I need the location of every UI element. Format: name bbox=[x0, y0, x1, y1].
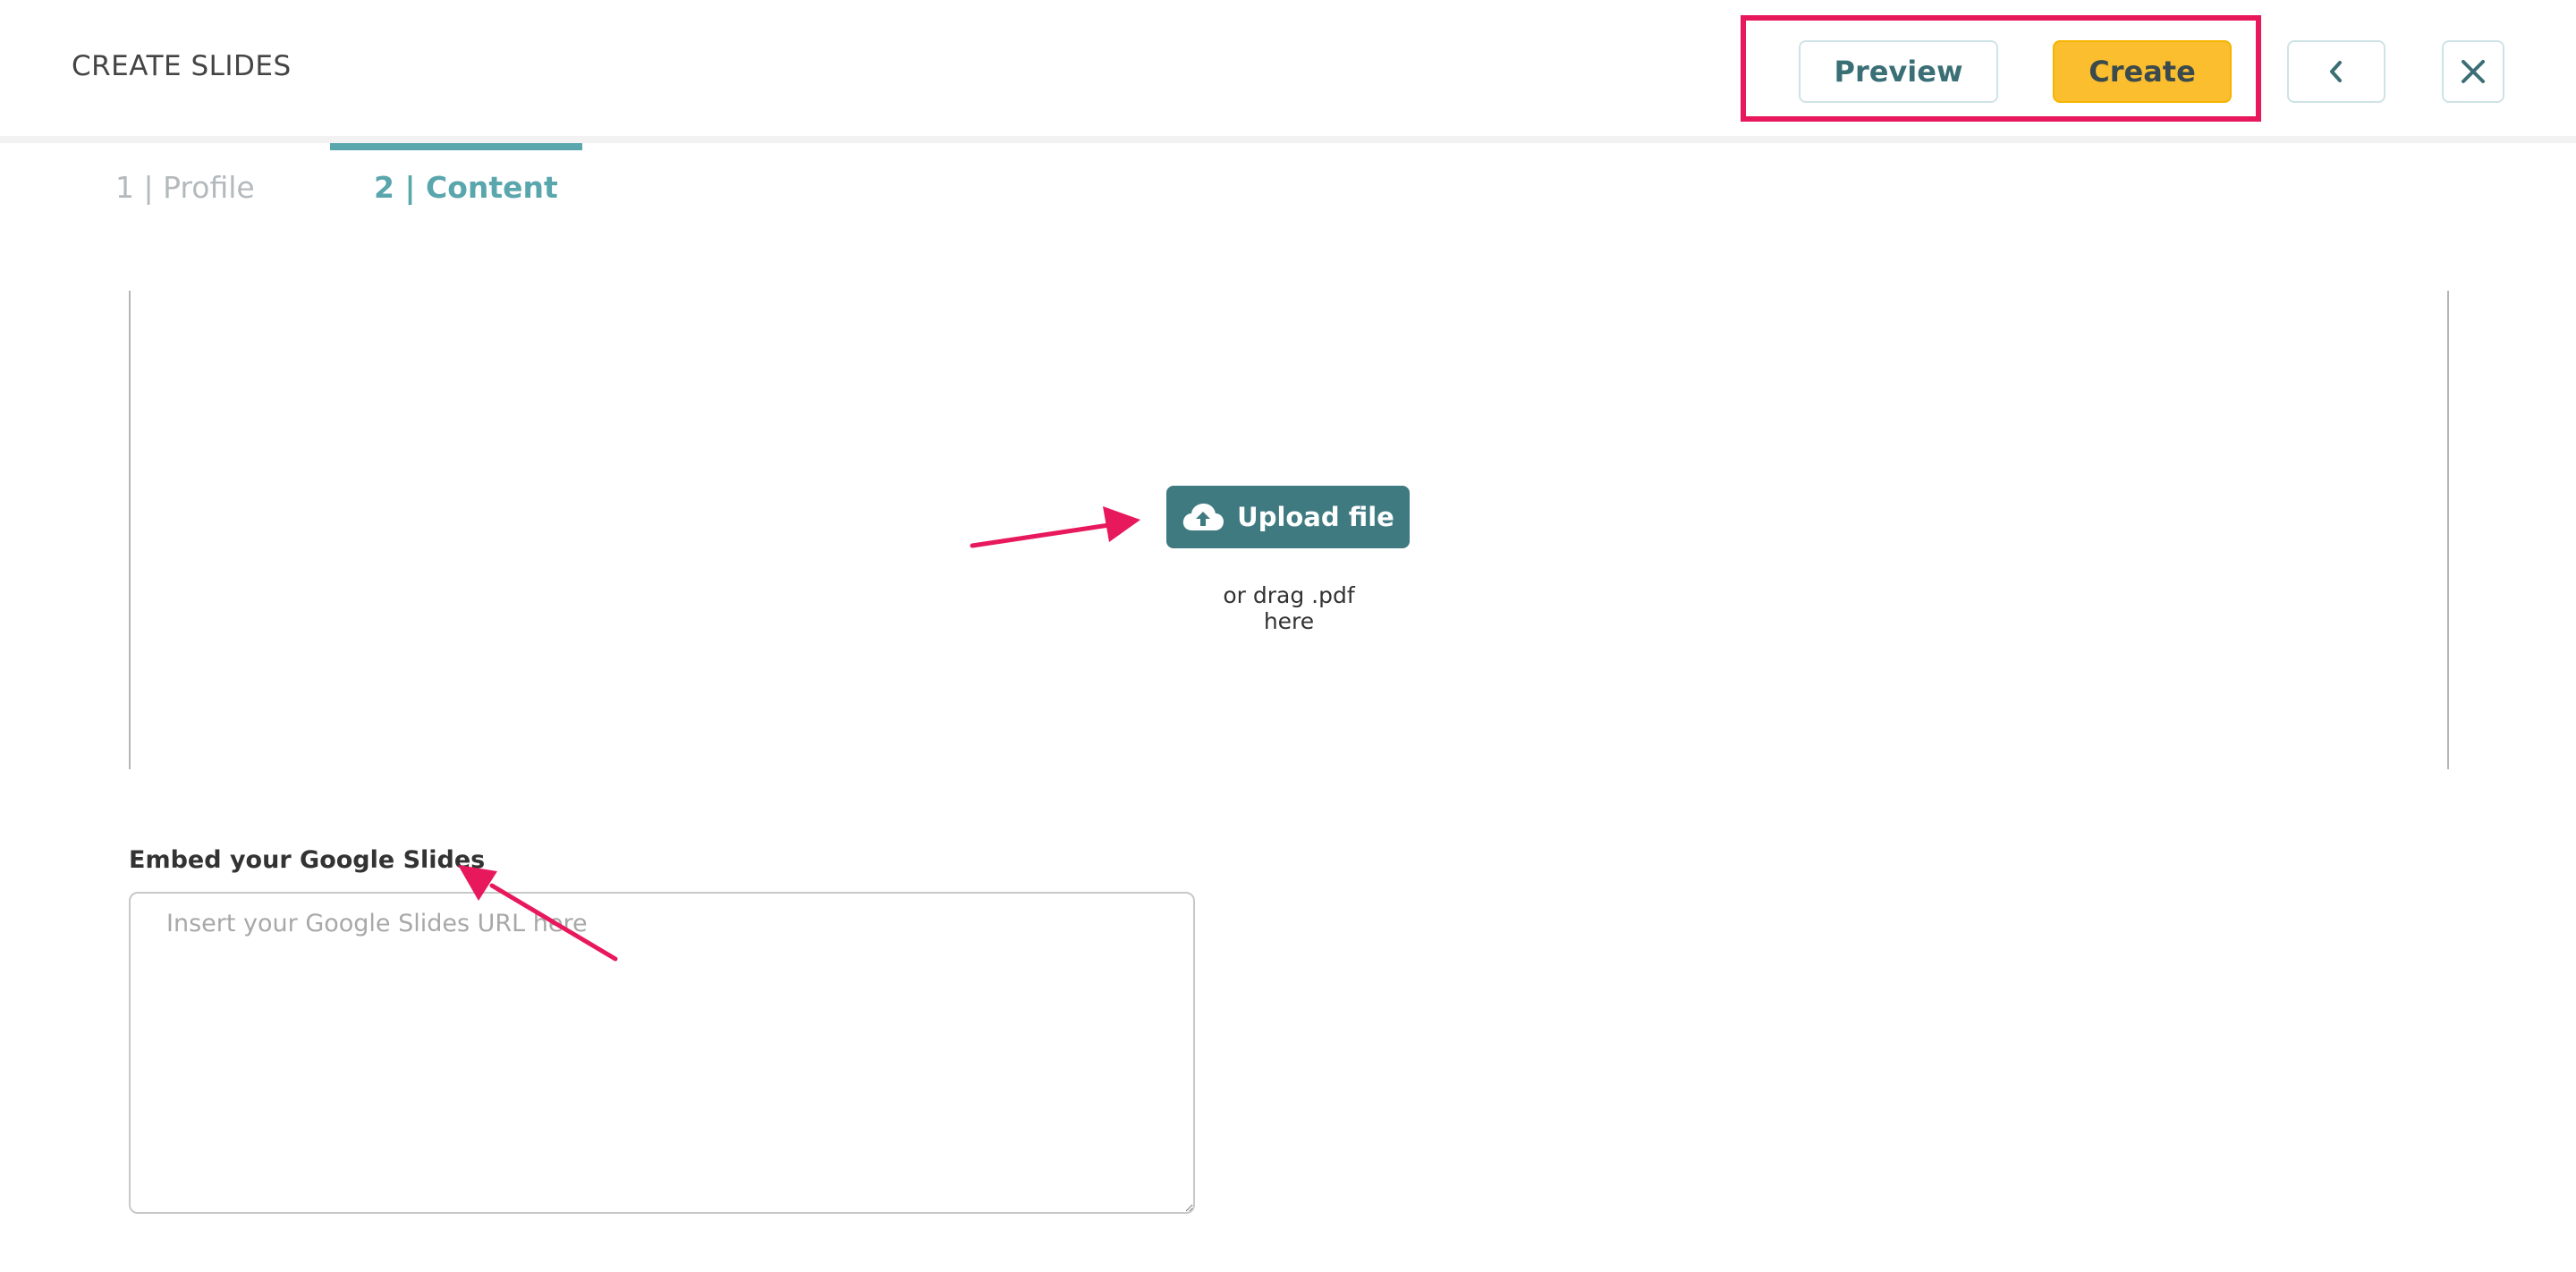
tab-content[interactable]: 2 | Content bbox=[374, 170, 558, 205]
close-icon bbox=[2462, 60, 2485, 83]
close-button[interactable] bbox=[2442, 40, 2504, 103]
annotation-highlight-box bbox=[1741, 15, 2261, 122]
cloud-upload-icon bbox=[1182, 504, 1224, 530]
back-button[interactable] bbox=[2287, 40, 2385, 103]
drag-hint-text: or drag .pdf here bbox=[1223, 582, 1355, 634]
tab-profile[interactable]: 1 | Profile bbox=[115, 170, 255, 205]
active-tab-indicator bbox=[330, 143, 582, 150]
page-title: CREATE SLIDES bbox=[72, 50, 292, 82]
google-slides-url-input[interactable] bbox=[129, 892, 1195, 1214]
upload-file-label: Upload file bbox=[1237, 502, 1394, 532]
embed-google-slides-label: Embed your Google Slides bbox=[129, 846, 486, 874]
chevron-left-icon bbox=[2330, 61, 2342, 82]
header-bar: CREATE SLIDES Preview Create bbox=[0, 0, 2576, 143]
upload-file-button[interactable]: Upload file bbox=[1166, 486, 1410, 548]
